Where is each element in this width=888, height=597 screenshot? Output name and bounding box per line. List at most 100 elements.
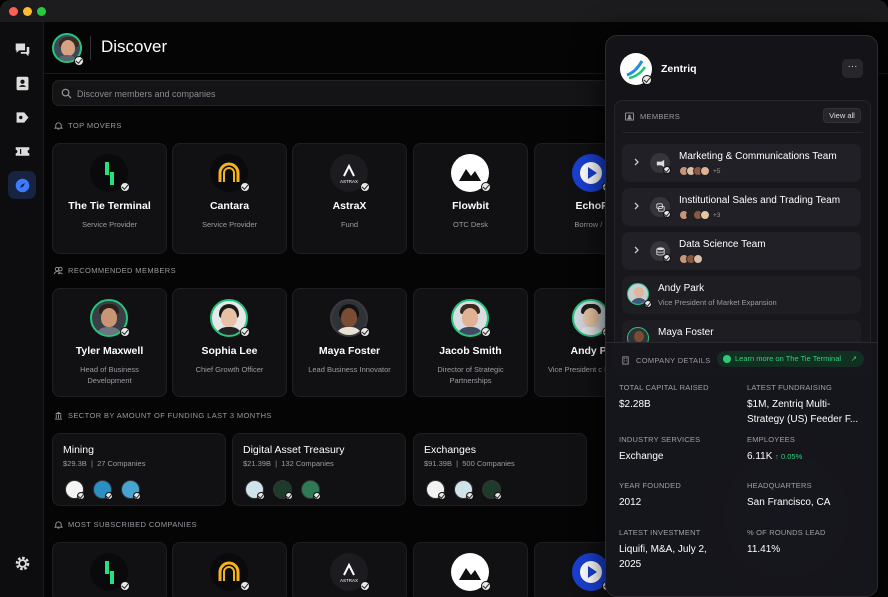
company-card[interactable] <box>172 542 287 597</box>
employees-value: 6.11K ↑ 0.05% <box>747 451 803 462</box>
company-details-heading: COMPANY DETAILS <box>621 356 711 365</box>
sector-card[interactable]: Mining $29.3B | 27 Companies <box>52 433 226 506</box>
learn-more-link[interactable]: Learn more on The Tie Terminal ↗ <box>717 351 864 367</box>
svg-text:ASTRAX: ASTRAX <box>340 578 358 583</box>
member-name: Jacob Smith <box>439 345 502 357</box>
more-options-button[interactable]: ··· <box>842 59 863 78</box>
sidebar-contacts-button[interactable] <box>8 69 36 97</box>
member-name: Tyler Maxwell <box>75 345 144 357</box>
verified-icon <box>494 492 502 500</box>
verified-icon <box>360 182 370 192</box>
members-section: MEMBERS View all Marketing & Communicati… <box>614 100 871 375</box>
detail-label: LATEST INVESTMENT <box>619 528 701 537</box>
search-bar[interactable] <box>52 80 672 106</box>
latest-investment-value: Liquifi, M&A, July 2, 2025 <box>619 544 707 570</box>
search-icon <box>61 88 72 99</box>
bank-icon <box>54 411 63 420</box>
total-capital-value: $2.28B <box>619 399 651 410</box>
member-name: Sophia Lee <box>201 345 258 357</box>
section-label: SECTOR BY AMOUNT OF FUNDING LAST 3 MONTH… <box>68 411 272 420</box>
company-card[interactable]: Flowbit OTC Desk <box>413 143 528 254</box>
company-card[interactable] <box>52 542 167 597</box>
users-icon <box>54 266 63 275</box>
sector-meta: $21.39B | 132 Companies <box>243 459 334 468</box>
company-card[interactable]: The Tie Terminal Service Provider <box>52 143 167 254</box>
member-card[interactable]: Jacob Smith Director of Strategic Partne… <box>413 288 528 397</box>
latest-fundraising-value: $1M, Zentriq Multi-Strategy (US) Feeder … <box>747 399 859 425</box>
team-name: Institutional Sales and Trading Team <box>679 195 841 206</box>
verified-icon <box>77 492 85 500</box>
member-name: Andy Park <box>658 283 705 294</box>
chevron-right-icon <box>634 158 639 166</box>
member-card[interactable]: Sophia Lee Chief Growth Officer <box>172 288 287 397</box>
company-logo <box>426 480 446 500</box>
view-all-button[interactable]: View all <box>823 108 861 123</box>
most-subscribed-heading: MOST SUBSCRIBED COMPANIES <box>54 520 197 529</box>
verified-icon <box>120 581 130 591</box>
sidebar-tickets-button[interactable] <box>8 137 36 165</box>
detail-label: EMPLOYEES <box>747 435 796 444</box>
member-name: Maya Foster <box>658 327 714 338</box>
employees-change: ↑ 0.05% <box>775 452 803 461</box>
team-row[interactable]: Data Science Team <box>622 232 861 270</box>
team-icon <box>650 241 671 262</box>
verified-icon <box>481 327 491 337</box>
sector-name: Mining <box>63 444 94 456</box>
bell-icon <box>54 521 63 529</box>
industry-value: Exchange <box>619 451 664 462</box>
close-window-button[interactable] <box>9 7 18 16</box>
sector-name: Exchanges <box>424 444 476 456</box>
zentriq-logo <box>620 53 652 85</box>
headquarters-value: San Francisco, CA <box>747 497 831 508</box>
company-card[interactable] <box>413 542 528 597</box>
verified-icon <box>360 327 370 337</box>
sidebar-broadcast-button[interactable] <box>8 103 36 131</box>
company-details-section: COMPANY DETAILS Learn more on The Tie Te… <box>606 342 877 596</box>
company-logo <box>121 480 141 500</box>
svg-text:ASTRAX: ASTRAX <box>340 179 358 184</box>
sector-card[interactable]: Digital Asset Treasury $21.39B | 132 Com… <box>232 433 406 506</box>
sidebar-settings-button[interactable] <box>8 549 36 577</box>
company-name: Flowbit <box>452 200 489 212</box>
ticket-icon <box>15 146 29 156</box>
bell-icon <box>54 122 63 130</box>
verified-icon <box>466 492 474 500</box>
minimize-window-button[interactable] <box>23 7 32 16</box>
sidebar-chat-button[interactable] <box>8 35 36 63</box>
verified-icon <box>240 182 250 192</box>
sidebar-discover-button[interactable] <box>8 171 36 199</box>
verified-icon <box>481 182 491 192</box>
verified-icon <box>663 166 671 174</box>
member-title: Head of Business Development <box>80 365 139 385</box>
chevron-right-icon <box>634 246 639 254</box>
member-row[interactable]: Andy Park Vice President of Market Expan… <box>622 276 861 314</box>
team-row[interactable]: Marketing & Communications Team +5 <box>622 144 861 182</box>
verified-icon <box>663 254 671 262</box>
verified-icon <box>105 492 113 500</box>
member-card[interactable]: Tyler Maxwell Head of Business Developme… <box>52 288 167 397</box>
detail-label: % OF ROUNDS LEAD <box>747 528 826 537</box>
sector-name: Digital Asset Treasury <box>243 444 345 456</box>
company-type: Fund <box>340 220 359 229</box>
team-icon <box>650 197 671 218</box>
rounds-lead-value: 11.41% <box>747 544 781 555</box>
section-label: RECOMMENDED MEMBERS <box>68 266 177 275</box>
company-card[interactable]: ASTRAX <box>292 542 407 597</box>
verified-icon <box>133 492 141 500</box>
sector-card[interactable]: Exchanges $91.39B | 500 Companies <box>413 433 587 506</box>
verified-icon <box>663 210 671 218</box>
search-input[interactable] <box>77 85 637 102</box>
company-name: The Tie Terminal <box>68 200 151 212</box>
member-title: Vice President of Market Expansion <box>658 298 777 307</box>
maximize-window-button[interactable] <box>37 7 46 16</box>
header-divider <box>90 36 91 60</box>
company-panel: Zentriq ··· MEMBERS View all Marketing &… <box>605 35 878 597</box>
company-logo <box>454 480 474 500</box>
verified-icon <box>74 56 84 66</box>
company-card[interactable]: Cantara Service Provider <box>172 143 287 254</box>
member-name: Maya Foster <box>318 345 381 357</box>
member-card[interactable]: Maya Foster Lead Business Innovator <box>292 288 407 397</box>
team-row[interactable]: Institutional Sales and Trading Team +3 <box>622 188 861 226</box>
company-card[interactable]: ASTRAX AstraX Fund <box>292 143 407 254</box>
company-logo <box>482 480 502 500</box>
